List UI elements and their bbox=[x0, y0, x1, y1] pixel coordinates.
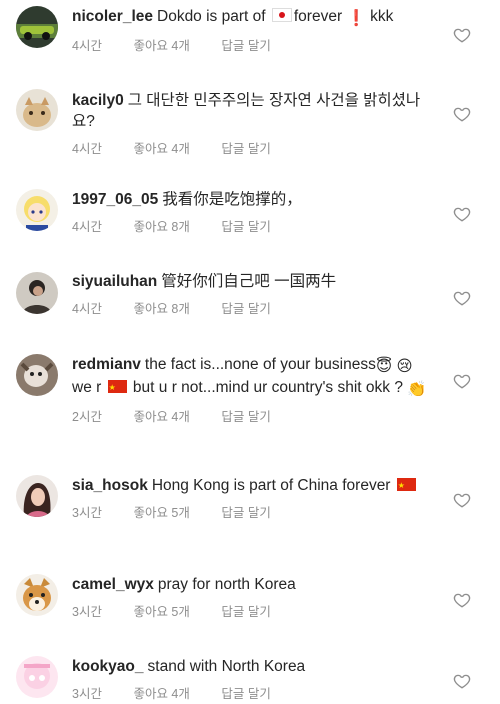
heart-icon[interactable] bbox=[453, 591, 471, 609]
avatar[interactable] bbox=[16, 574, 58, 616]
comment-text: nicoler_lee Dokdo is part of forever ❗ kk… bbox=[72, 8, 394, 27]
comment-text: kacily0 그 대단한 민주주의는 장자연 사건을 밝히셨나요? bbox=[72, 92, 421, 130]
reply-button[interactable]: 답글 달기 bbox=[221, 687, 270, 701]
username-link[interactable]: redmianv bbox=[72, 356, 141, 373]
reply-button[interactable]: 답글 달기 bbox=[221, 506, 270, 520]
username-link[interactable]: siyuailuhan bbox=[72, 273, 157, 290]
heart-icon[interactable] bbox=[453, 372, 471, 390]
timestamp: 4시간 bbox=[72, 302, 102, 316]
username-link[interactable]: sia_hosok bbox=[72, 477, 148, 494]
likes-count[interactable]: 좋아요 8개 bbox=[133, 302, 189, 316]
heart-icon[interactable] bbox=[453, 491, 471, 509]
reply-button[interactable]: 답글 달기 bbox=[221, 142, 270, 156]
avatar[interactable] bbox=[16, 354, 58, 396]
comment-text: 1997_06_05 我看你是吃饱撑的， bbox=[72, 191, 302, 208]
timestamp: 2시간 bbox=[72, 410, 102, 424]
avatar[interactable] bbox=[16, 475, 58, 517]
comment-meta: 3시간 좋아요 5개 답글 달기 bbox=[72, 502, 432, 521]
timestamp: 3시간 bbox=[72, 605, 102, 619]
heart-icon[interactable] bbox=[453, 26, 471, 44]
heart-icon[interactable] bbox=[453, 289, 471, 307]
timestamp: 3시간 bbox=[72, 687, 102, 701]
timestamp: 4시간 bbox=[72, 220, 102, 234]
username-link[interactable]: nicoler_lee bbox=[72, 8, 153, 25]
heart-icon[interactable] bbox=[453, 205, 471, 223]
avatar[interactable] bbox=[16, 89, 58, 131]
timestamp: 4시간 bbox=[72, 142, 102, 156]
china-flag-icon bbox=[107, 377, 127, 398]
username-link[interactable]: kacily0 bbox=[72, 92, 124, 109]
reply-button[interactable]: 답글 달기 bbox=[221, 410, 270, 424]
comment-meta: 4시간 좋아요 4개 답글 달기 bbox=[72, 35, 432, 54]
username-link[interactable]: 1997_06_05 bbox=[72, 191, 158, 208]
reply-button[interactable]: 답글 달기 bbox=[221, 605, 270, 619]
likes-count[interactable]: 좋아요 5개 bbox=[133, 506, 189, 520]
likes-count[interactable]: 좋아요 4개 bbox=[133, 687, 189, 701]
japan-flag-icon bbox=[271, 8, 292, 22]
reply-button[interactable]: 답글 달기 bbox=[221, 39, 270, 53]
reply-button[interactable]: 답글 달기 bbox=[221, 302, 270, 316]
reply-button[interactable]: 답글 달기 bbox=[221, 220, 270, 234]
heart-icon[interactable] bbox=[453, 105, 471, 123]
likes-count[interactable]: 좋아요 4개 bbox=[133, 39, 189, 53]
avatar[interactable] bbox=[16, 272, 58, 314]
timestamp: 4시간 bbox=[72, 39, 102, 53]
avatar[interactable] bbox=[16, 656, 58, 698]
crying-emoji-icon: 😢 bbox=[396, 358, 413, 375]
username-link[interactable]: kookyao_ bbox=[72, 658, 144, 675]
timestamp: 3시간 bbox=[72, 506, 102, 520]
username-link[interactable]: camel_wyx bbox=[72, 576, 154, 593]
china-flag-icon bbox=[396, 475, 416, 496]
comment-meta: 3시간 좋아요 5개 답글 달기 bbox=[72, 601, 432, 620]
heart-icon[interactable] bbox=[453, 672, 471, 690]
comment-meta: 2시간 좋아요 4개 답글 달기 bbox=[72, 406, 432, 425]
comment-text: siyuailuhan 管好你们自己吧 一国两牛 bbox=[72, 273, 337, 290]
avatar[interactable] bbox=[16, 6, 58, 48]
comment-text: sia_hosok Hong Kong is part of China fore… bbox=[72, 475, 432, 496]
likes-count[interactable]: 좋아요 5개 bbox=[133, 605, 189, 619]
clapping-hands-icon: 👏 bbox=[407, 381, 427, 398]
avatar[interactable] bbox=[16, 189, 58, 231]
comment-text: redmianv the fact is...none of your busin… bbox=[72, 354, 432, 400]
likes-count[interactable]: 좋아요 4개 bbox=[133, 410, 189, 424]
comment-text: camel_wyx pray for north Korea bbox=[72, 576, 296, 593]
comment-meta: 4시간 좋아요 4개 답글 달기 bbox=[72, 138, 432, 157]
halo-smile-emoji-icon: 😇 bbox=[375, 358, 393, 375]
likes-count[interactable]: 좋아요 4개 bbox=[133, 142, 189, 156]
comment-meta: 4시간 좋아요 8개 답글 달기 bbox=[72, 216, 432, 235]
comment-text: kookyao_ stand with North Korea bbox=[72, 658, 306, 675]
comment-meta: 3시간 좋아요 4개 답글 달기 bbox=[72, 683, 432, 702]
comment-meta: 4시간 좋아요 8개 답글 달기 bbox=[72, 298, 432, 317]
exclamation-icon: ❗ bbox=[346, 10, 366, 27]
likes-count[interactable]: 좋아요 8개 bbox=[133, 220, 189, 234]
